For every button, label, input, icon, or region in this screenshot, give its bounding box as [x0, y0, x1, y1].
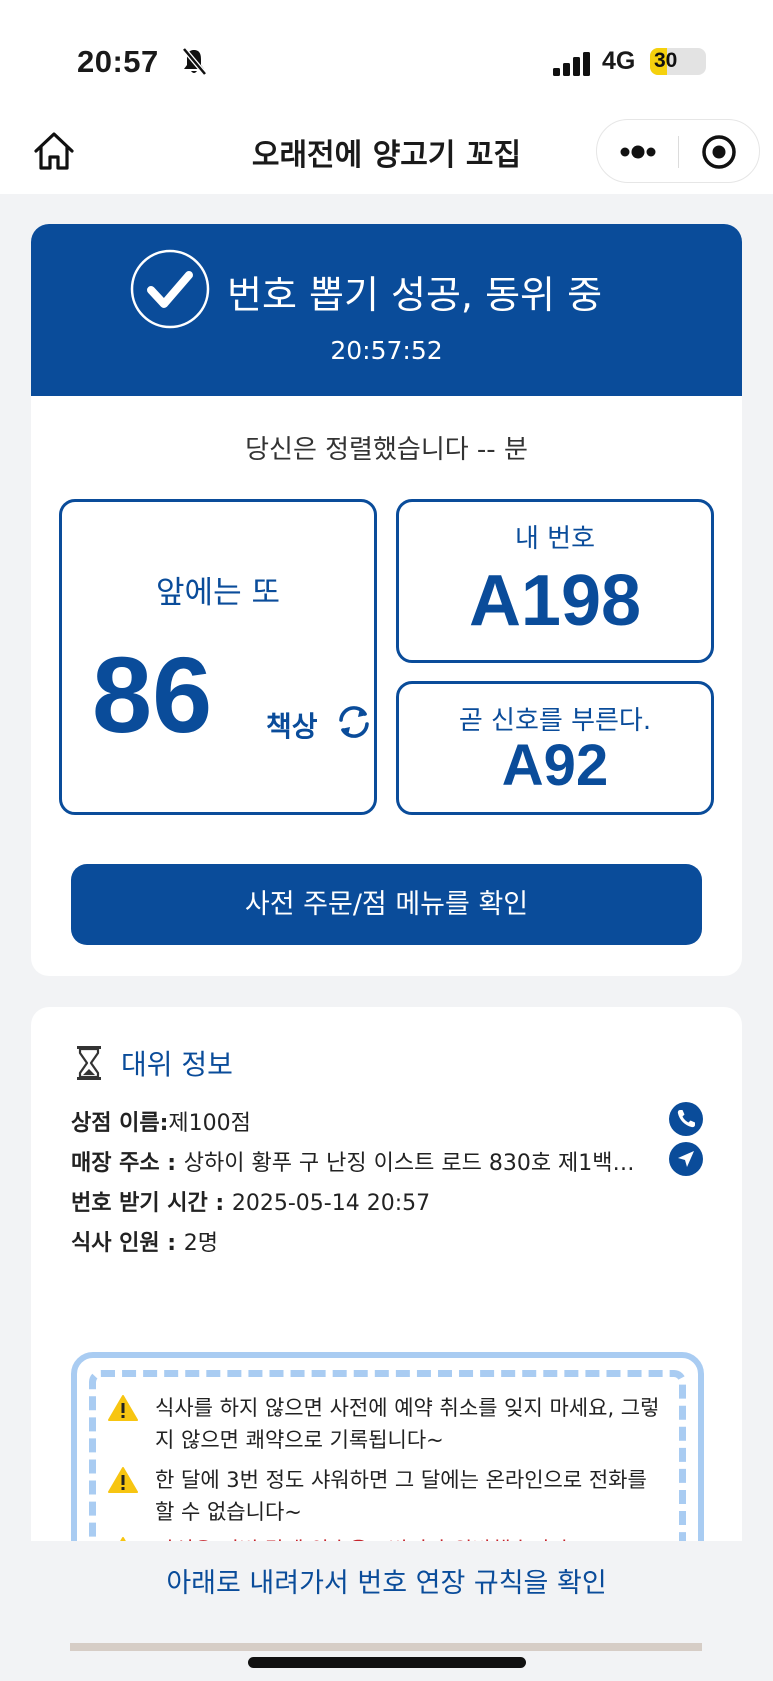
tables-ahead-label: 앞에는 또: [156, 575, 280, 611]
warning-icon: [108, 1395, 138, 1421]
store-name-label: 상점 이름:: [71, 1111, 169, 1136]
party-size-label: 식사 인원 :: [71, 1231, 184, 1256]
status-time: 20:57: [77, 44, 159, 79]
queue-info-title: 대위 정보: [121, 1048, 233, 1081]
ticket-card: 번호 뽑기 성공, 동위 중 20:57:52 당신은 정렬했습니다 -- 분 …: [31, 224, 742, 976]
notice-item: 한 달에 3번 정도 샤워하면 그 달에는 온라인으로 전화를 할 수 없습니다…: [107, 1464, 667, 1528]
tables-ahead-unit: 책상: [266, 710, 318, 743]
bottom-strip: [70, 1643, 702, 1651]
party-size: 2명: [183, 1231, 218, 1256]
network-type: 4G: [602, 47, 636, 75]
navigation-icon[interactable]: [669, 1142, 703, 1176]
status-bar: 20:57 4G 30: [0, 0, 773, 110]
check-circle-icon: [130, 249, 210, 329]
ticket-status-time: 20:57:52: [330, 336, 443, 365]
ticket-status-header: 번호 뽑기 성공, 동위 중 20:57:52: [31, 224, 742, 396]
store-name: 제100점: [168, 1111, 251, 1136]
ticket-time: 2025-05-14 20:57: [231, 1191, 431, 1216]
queue-wait-time: 당신은 정렬했습니다 -- 분: [245, 435, 528, 465]
tables-ahead-count: 86: [92, 634, 213, 755]
ticket-time-label: 번호 받기 시간 :: [71, 1191, 232, 1216]
warning-icon: [108, 1467, 138, 1493]
preorder-menu-button[interactable]: 사전 주문/점 메뉴를 확인: [71, 864, 702, 945]
party-size-row: 식사 인원 : 2명: [71, 1225, 218, 1257]
tables-ahead-box: 앞에는 또 86 책상: [59, 499, 377, 815]
refresh-icon[interactable]: [334, 702, 374, 742]
my-number: A198: [468, 561, 642, 641]
battery-level: 30: [654, 49, 678, 72]
my-number-label: 내 번호: [514, 524, 596, 554]
notice-text: 식사를 하지 않으면 사전에 예약 취소를 잊지 마세요, 그렇지 않으면 쾌약…: [155, 1396, 660, 1452]
store-address-row: 매장 주소 : 상하이 황푸 구 난징 이스트 로드 830호 제1백화점 8층: [71, 1145, 651, 1177]
battery-icon: 30: [650, 48, 706, 75]
calling-number: A92: [501, 733, 609, 798]
my-number-box: 내 번호 A198: [396, 499, 714, 663]
phone-icon[interactable]: [669, 1102, 703, 1136]
close-target-icon[interactable]: [679, 120, 761, 184]
notice-item: 식사를 하지 않으면 사전에 예약 취소를 잊지 마세요, 그렇지 않으면 쾌약…: [107, 1392, 667, 1456]
mini-program-capsule: [596, 119, 760, 183]
nav-bar: 오래전에 양고기 꼬집: [0, 110, 773, 194]
store-address: 상하이 황푸 구 난징 이스트 로드 830호 제1백화점 8층: [183, 1151, 651, 1176]
ticket-time-row: 번호 받기 시간 : 2025-05-14 20:57: [71, 1185, 430, 1217]
home-indicator[interactable]: [248, 1657, 526, 1668]
ticket-status-title: 번호 뽑기 성공, 동위 중: [227, 273, 603, 317]
store-address-label: 매장 주소 :: [71, 1151, 184, 1176]
signal-icon: [553, 52, 590, 76]
store-name-row: 상점 이름:제100점: [71, 1105, 251, 1137]
more-icon[interactable]: [597, 120, 679, 184]
bell-muted-icon: [182, 47, 207, 76]
hourglass-icon: [77, 1046, 101, 1080]
bottom-bar: 아래로 내려가서 번호 연장 규칙을 확인: [0, 1541, 773, 1681]
calling-number-box: 곧 신호를 부른다. A92: [396, 681, 714, 815]
notice-text: 한 달에 3번 정도 샤워하면 그 달에는 온라인으로 전화를 할 수 없습니다…: [155, 1468, 647, 1524]
extend-rules-link[interactable]: 아래로 내려가서 번호 연장 규칙을 확인: [0, 1561, 773, 1600]
